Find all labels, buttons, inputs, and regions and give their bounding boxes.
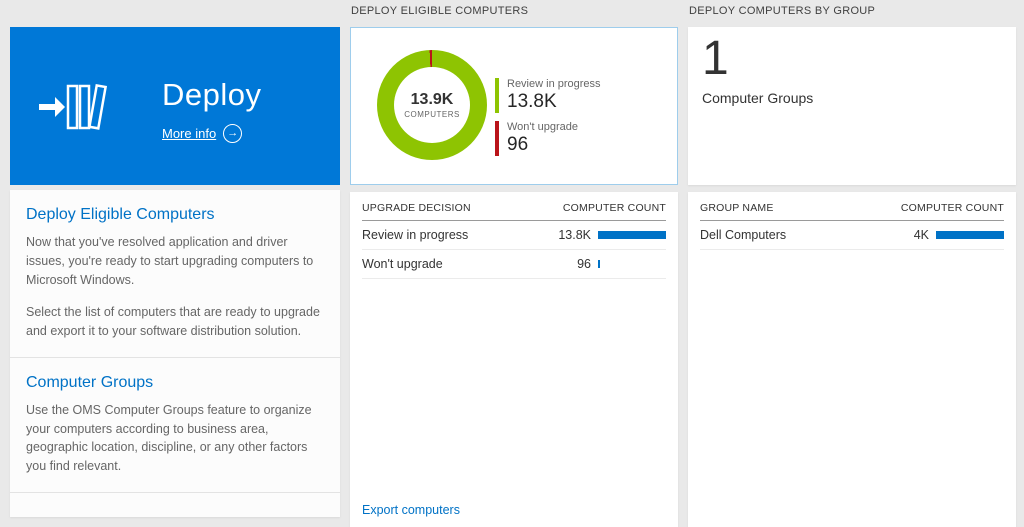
donut-legend: Review in progress 13.8K Won't upgrade 9…	[495, 78, 601, 156]
bar-track	[598, 231, 666, 239]
row-label: Review in progress	[362, 228, 545, 242]
legend-item-review-in-progress: Review in progress 13.8K	[495, 78, 601, 113]
count-bar	[598, 260, 600, 268]
upgrade-decision-table-panel: UPGRADE DECISION COMPUTER COUNT Review i…	[350, 192, 678, 527]
more-info-link[interactable]: More info	[162, 126, 216, 141]
bar-track	[936, 231, 1004, 239]
row-value: 13.8K	[545, 228, 591, 242]
eligible-computers-heading: Deploy Eligible Computers	[26, 206, 324, 224]
column-header-upgrade-decision: UPGRADE DECISION	[362, 202, 563, 214]
deploy-tile[interactable]: Deploy More info →	[10, 27, 340, 185]
computer-groups-heading: Computer Groups	[26, 374, 324, 392]
deploy-description-panel: Deploy Eligible Computers Now that you'v…	[10, 190, 340, 517]
eligible-section-header: DEPLOY ELIGIBLE COMPUTERS	[351, 5, 528, 17]
legend-value: 13.8K	[507, 91, 601, 113]
legend-label: Review in progress	[507, 78, 601, 90]
row-label: Won't upgrade	[362, 257, 545, 271]
row-value: 4K	[883, 228, 929, 242]
table-row-wont-upgrade[interactable]: Won't upgrade 96	[362, 250, 666, 279]
row-value: 96	[545, 257, 591, 271]
eligible-donut-chart: 13.9K COMPUTERS	[377, 50, 487, 160]
legend-swatch-red	[495, 121, 499, 156]
legend-label: Won't upgrade	[507, 121, 578, 133]
group-count-label: Computer Groups	[702, 90, 1002, 106]
export-computers-link[interactable]: Export computers	[362, 503, 460, 517]
donut-center-value: 13.9K	[411, 91, 454, 109]
section-divider	[10, 492, 340, 493]
column-header-computer-count: COMPUTER COUNT	[563, 202, 666, 214]
legend-value: 96	[507, 134, 578, 156]
groups-table-panel: GROUP NAME COMPUTER COUNT Dell Computers…	[688, 192, 1016, 527]
eligible-paragraph-1: Now that you've resolved application and…	[26, 233, 324, 289]
table-header-row: GROUP NAME COMPUTER COUNT	[700, 192, 1004, 221]
donut-center-label: COMPUTERS	[404, 110, 460, 119]
column-header-computer-count: COMPUTER COUNT	[901, 202, 1004, 214]
deploy-icon	[38, 83, 108, 136]
table-row-dell-computers[interactable]: Dell Computers 4K	[700, 221, 1004, 250]
legend-swatch-green	[495, 78, 499, 113]
column-header-group-name: GROUP NAME	[700, 202, 901, 214]
section-divider	[10, 357, 340, 358]
group-count: 1	[702, 31, 1002, 86]
arrow-circle-icon[interactable]: →	[223, 124, 242, 143]
eligible-chart-tile[interactable]: 13.9K COMPUTERS Review in progress 13.8K…	[350, 27, 678, 185]
groups-section-header: DEPLOY COMPUTERS BY GROUP	[689, 5, 875, 17]
count-bar	[598, 231, 666, 239]
donut-center: 13.9K COMPUTERS	[394, 67, 470, 143]
deploy-title: Deploy	[162, 77, 262, 113]
bar-track	[598, 260, 666, 268]
count-bar	[936, 231, 1004, 239]
legend-item-wont-upgrade: Won't upgrade 96	[495, 121, 601, 156]
deploy-tile-text: Deploy More info →	[162, 77, 262, 143]
upgrade-readiness-deploy-page: DEPLOY ELIGIBLE COMPUTERS DEPLOY COMPUTE…	[0, 0, 1024, 527]
groups-rows: Dell Computers 4K	[700, 221, 1004, 250]
row-label: Dell Computers	[700, 228, 883, 242]
table-header-row: UPGRADE DECISION COMPUTER COUNT	[362, 192, 666, 221]
table-row-review-in-progress[interactable]: Review in progress 13.8K	[362, 221, 666, 250]
computer-groups-count-tile[interactable]: 1 Computer Groups	[688, 27, 1016, 185]
computer-groups-paragraph: Use the OMS Computer Groups feature to o…	[26, 401, 324, 476]
upgrade-decision-rows: Review in progress 13.8K Won't upgrade 9…	[362, 221, 666, 279]
eligible-paragraph-2: Select the list of computers that are re…	[26, 303, 324, 341]
